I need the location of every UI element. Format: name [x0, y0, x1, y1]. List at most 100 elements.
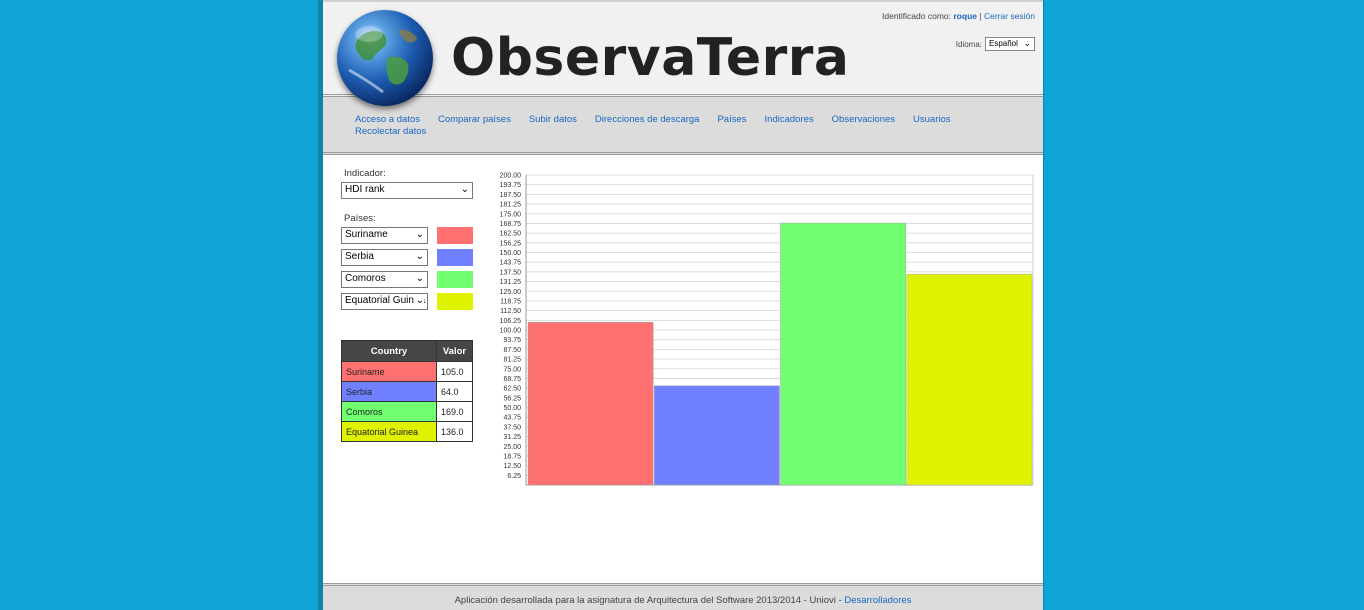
- bar-equatorial-guinea: [906, 273, 1033, 486]
- nav-direcciones-descarga[interactable]: Direcciones de descarga: [595, 114, 700, 126]
- country-select-2[interactable]: Serbia ⌄: [341, 249, 428, 266]
- filter-panel: Indicador: HDI rank ⌄ Países: Suriname ⌄…: [341, 168, 481, 442]
- footer-text: Aplicación desarrollada para la asignatu…: [454, 595, 842, 606]
- chevron-down-icon: ⌄: [413, 295, 424, 306]
- color-swatch-3[interactable]: [437, 271, 473, 288]
- table-row: Comoros 169.0: [341, 401, 473, 422]
- language-label: Idioma:: [955, 39, 982, 49]
- y-tick-label: 56.25: [503, 395, 521, 402]
- nav-indicadores[interactable]: Indicadores: [765, 114, 814, 126]
- nav-subir-datos[interactable]: Subir datos: [529, 114, 577, 126]
- country-row: Equatorial Guinea ⌄: [341, 293, 481, 310]
- y-tick-label: 93.75: [503, 337, 521, 344]
- footer: Aplicación desarrollada para la asignatu…: [323, 583, 1043, 610]
- y-tick-label: 150.00: [500, 250, 522, 257]
- y-tick-label: 12.50: [503, 463, 521, 470]
- globe-logo: [337, 10, 433, 106]
- separator: |: [979, 11, 982, 21]
- y-tick-label: 131.25: [500, 279, 522, 286]
- color-swatch-2[interactable]: [437, 249, 473, 266]
- bar-chart: 6.25 12.50 18.75 25.00 31.25 37.50 43.75 50.00 5…: [500, 173, 1034, 486]
- y-tick-label: 75.00: [503, 366, 521, 373]
- cell-country: Serbia: [341, 381, 437, 402]
- cell-value: 169.0: [436, 401, 473, 422]
- y-tick-label: 187.50: [500, 192, 522, 199]
- y-tick-label: 112.50: [500, 308, 521, 315]
- cell-value: 105.0: [436, 361, 473, 382]
- y-tick-label: 62.50: [503, 386, 521, 393]
- y-tick-label: 100.00: [500, 328, 522, 335]
- chevron-down-icon: ⌄: [1023, 38, 1031, 48]
- table-row: Serbia 64.0: [341, 381, 473, 402]
- cell-country: Equatorial Guinea: [341, 421, 437, 442]
- chevron-down-icon: ⌄: [458, 184, 469, 195]
- y-tick-label: 143.75: [500, 260, 522, 267]
- cell-value: 64.0: [436, 381, 473, 402]
- nav-observaciones[interactable]: Observaciones: [832, 114, 895, 126]
- user-info: Identificado como: roque | Cerrar sesión: [882, 11, 1035, 21]
- logout-link[interactable]: Cerrar sesión: [984, 11, 1035, 21]
- country-row: Suriname ⌄: [341, 227, 481, 244]
- chevron-down-icon: ⌄: [413, 251, 424, 262]
- site-title: ObservaTerra: [451, 28, 850, 88]
- y-tick-label: 162.50: [500, 231, 522, 238]
- table-row: Suriname 105.0: [341, 361, 473, 382]
- indicator-value: HDI rank: [345, 184, 385, 195]
- nav-acceso-datos[interactable]: Acceso a datos: [355, 114, 420, 126]
- y-tick-label: 200.00: [500, 173, 522, 180]
- country-value: Suriname: [345, 229, 388, 240]
- y-tick-label: 193.75: [500, 182, 522, 189]
- country-value: Comoros: [345, 273, 386, 284]
- y-tick-label: 25.00: [503, 444, 521, 451]
- page-container: ObservaTerra Identificado como: roque | …: [318, 0, 1044, 610]
- indicator-label: Indicador:: [344, 168, 386, 179]
- y-tick-label: 6.25: [507, 473, 521, 480]
- column-header-country: Country: [341, 340, 437, 362]
- y-tick-label: 87.50: [503, 347, 521, 354]
- developers-link[interactable]: Desarrolladores: [844, 595, 911, 606]
- y-tick-label: 106.25: [500, 318, 522, 325]
- y-tick-label: 37.50: [503, 424, 521, 431]
- y-tick-label: 31.25: [503, 434, 521, 441]
- y-tick-label: 175.00: [500, 211, 522, 218]
- language-selector: Idioma: Español ⌄: [956, 37, 1035, 51]
- bar-serbia: [654, 385, 780, 486]
- y-tick-label: 137.50: [500, 269, 522, 276]
- country-select-1[interactable]: Suriname ⌄: [341, 227, 428, 244]
- country-select-3[interactable]: Comoros ⌄: [341, 271, 428, 288]
- cell-value: 136.0: [436, 421, 473, 442]
- column-header-value: Valor: [436, 340, 473, 362]
- countries-label: Países:: [344, 213, 376, 224]
- nav-paises[interactable]: Países: [717, 114, 746, 126]
- nav-comparar-paises[interactable]: Comparar países: [438, 114, 511, 126]
- color-swatch-1[interactable]: [437, 227, 473, 244]
- bar-comoros: [780, 222, 906, 486]
- main-content: Indicador: HDI rank ⌄ Países: Suriname ⌄…: [323, 155, 1043, 581]
- chevron-down-icon: ⌄: [413, 229, 424, 240]
- username-link[interactable]: roque: [953, 11, 977, 21]
- header: ObservaTerra Identificado como: roque | …: [323, 0, 1043, 106]
- language-value: Español: [989, 39, 1018, 48]
- indicator-select[interactable]: HDI rank ⌄: [341, 182, 473, 199]
- identified-label: Identificado como:: [882, 11, 951, 21]
- y-tick-label: 68.75: [503, 376, 521, 383]
- y-tick-label: 43.75: [503, 415, 521, 422]
- nav-usuarios[interactable]: Usuarios: [913, 114, 951, 126]
- cell-country: Comoros: [341, 401, 437, 422]
- y-tick-label: 81.25: [503, 357, 521, 364]
- y-tick-label: 50.00: [503, 405, 521, 412]
- country-select-4[interactable]: Equatorial Guinea ⌄: [341, 293, 428, 310]
- values-table: Country Valor Suriname 105.0 Serbia 64.0…: [341, 340, 473, 442]
- color-swatch-4[interactable]: [437, 293, 473, 310]
- nav-recolectar-datos[interactable]: Recolectar datos: [355, 126, 426, 138]
- table-row: Equatorial Guinea 136.0: [341, 421, 473, 442]
- y-tick-label: 18.75: [503, 453, 521, 460]
- bar-suriname: [527, 322, 654, 486]
- y-tick-label: 181.25: [500, 202, 522, 209]
- chevron-down-icon: ⌄: [413, 273, 424, 284]
- cell-country: Suriname: [341, 361, 437, 382]
- country-value: Serbia: [345, 251, 374, 262]
- y-tick-label: 168.75: [500, 221, 522, 228]
- language-select[interactable]: Español ⌄: [985, 37, 1035, 51]
- y-tick-label: 156.25: [500, 240, 522, 247]
